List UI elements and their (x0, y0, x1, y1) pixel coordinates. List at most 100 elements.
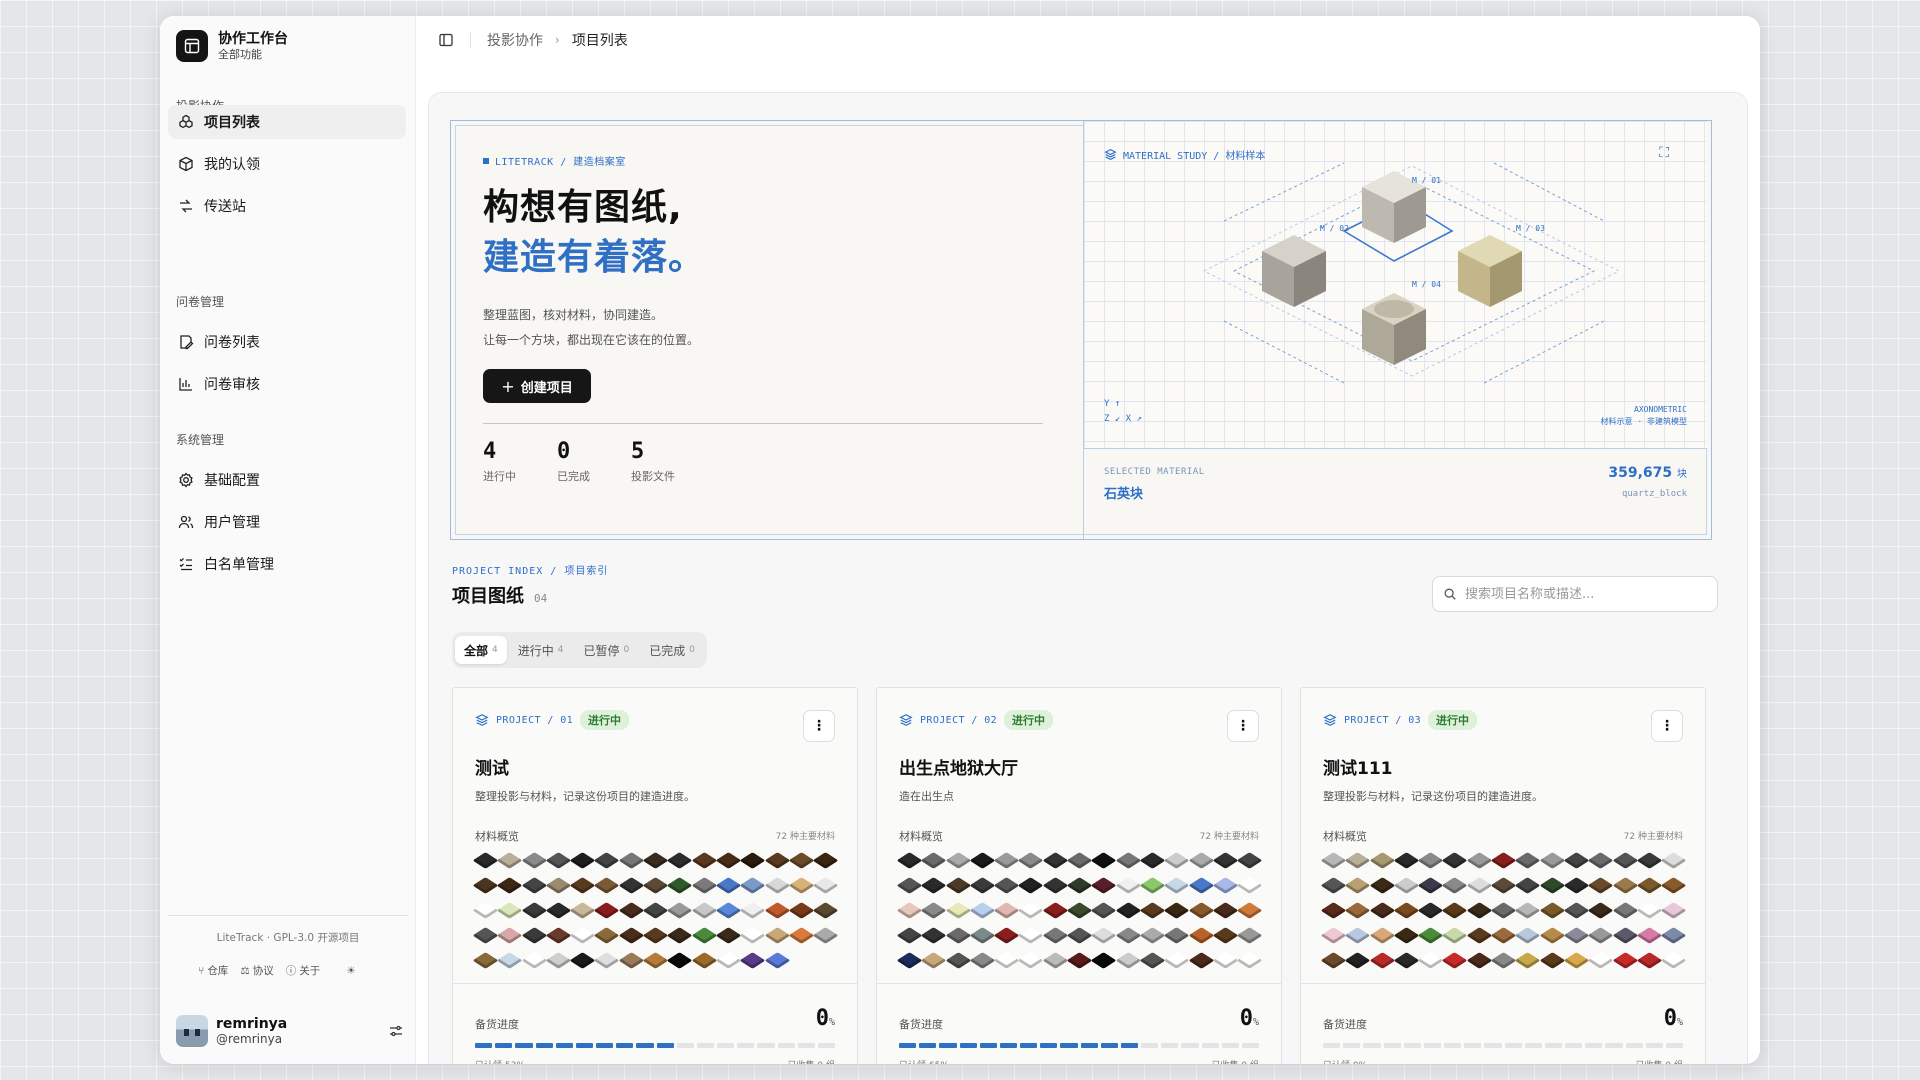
material-block-icon[interactable] (1660, 927, 1687, 944)
material-block-icon[interactable] (1066, 902, 1093, 919)
material-block-icon[interactable] (594, 877, 620, 894)
material-block-icon[interactable] (1612, 877, 1638, 894)
material-block-icon[interactable] (1188, 877, 1214, 894)
material-block-icon[interactable] (1490, 927, 1517, 944)
material-block-icon[interactable] (1018, 927, 1044, 944)
sidebar-item-transfer-station[interactable]: 传送站 (168, 189, 406, 223)
material-block-icon[interactable] (969, 952, 996, 969)
sidebar-item-survey-review[interactable]: 问卷审核 (168, 367, 406, 401)
material-block-icon[interactable] (715, 927, 742, 944)
material-block-icon[interactable] (1188, 902, 1214, 919)
material-block-icon[interactable] (1091, 902, 1117, 919)
material-block-icon[interactable] (1320, 902, 1347, 919)
repo-link[interactable]: ⑂ 仓库 (198, 963, 228, 978)
material-block-icon[interactable] (920, 927, 947, 944)
material-block-icon[interactable] (545, 952, 572, 969)
material-block-icon[interactable] (1442, 902, 1468, 919)
material-block-icon[interactable] (812, 877, 839, 894)
material-block-icon[interactable] (788, 927, 815, 944)
material-block-icon[interactable] (1636, 852, 1663, 869)
material-block-icon[interactable] (594, 902, 620, 919)
material-block-icon[interactable] (1091, 852, 1117, 869)
material-block-icon[interactable] (739, 852, 766, 869)
project-card[interactable]: PROJECT / 02 进行中 ⋮ 出生点地狱大厅 造在出生点 材料概览 72 种主要材料… (876, 687, 1282, 1064)
material-block-icon[interactable] (569, 952, 596, 969)
material-block-icon[interactable] (642, 902, 669, 919)
material-block-icon[interactable] (667, 952, 693, 969)
material-block-icon[interactable] (1393, 952, 1420, 969)
material-block-icon[interactable] (1442, 952, 1468, 969)
material-block-icon[interactable] (945, 952, 971, 969)
material-block-icon[interactable] (896, 927, 923, 944)
material-block-icon[interactable] (896, 877, 923, 894)
material-block-icon[interactable] (1163, 902, 1190, 919)
material-block-icon[interactable] (1344, 877, 1371, 894)
material-block-icon[interactable] (1442, 927, 1468, 944)
project-search[interactable] (1432, 576, 1718, 612)
material-block-icon[interactable] (1091, 877, 1117, 894)
more-options-button[interactable]: ⋮ (1227, 710, 1259, 742)
material-block-icon[interactable] (1139, 902, 1166, 919)
tab-paused[interactable]: 已暂停 0 (575, 636, 639, 664)
search-input[interactable] (1465, 586, 1705, 602)
material-block-icon[interactable] (472, 852, 499, 869)
material-block-icon[interactable] (969, 927, 996, 944)
material-block-icon[interactable] (739, 902, 766, 919)
tab-completed[interactable]: 已完成 0 (640, 636, 704, 664)
brand[interactable]: 协作工作台 全部功能 (176, 30, 288, 62)
material-block-icon[interactable] (715, 952, 742, 969)
sidebar-item-project-list[interactable]: 项目列表 (168, 105, 406, 139)
material-block-icon[interactable] (1320, 952, 1347, 969)
material-block-icon[interactable] (1490, 902, 1517, 919)
material-block-icon[interactable] (1490, 877, 1517, 894)
material-block-icon[interactable] (739, 952, 766, 969)
material-block-icon[interactable] (1660, 952, 1687, 969)
about-link[interactable]: ⓘ 关于 (286, 963, 321, 978)
material-block-icon[interactable] (472, 952, 499, 969)
material-block-icon[interactable] (1115, 852, 1142, 869)
sidebar-item-survey-list[interactable]: 问卷列表 (168, 325, 406, 359)
material-block-icon[interactable] (667, 902, 693, 919)
material-block-icon[interactable] (1139, 877, 1166, 894)
material-block-icon[interactable] (788, 902, 815, 919)
material-block-icon[interactable] (715, 852, 742, 869)
material-block-icon[interactable] (1660, 902, 1687, 919)
material-block-icon[interactable] (1612, 902, 1638, 919)
material-block-icon[interactable] (1587, 902, 1614, 919)
material-block-icon[interactable] (896, 902, 923, 919)
material-block-icon[interactable] (496, 852, 523, 869)
material-block-icon[interactable] (764, 952, 790, 969)
more-options-button[interactable]: ⋮ (1651, 710, 1683, 742)
material-block-icon[interactable] (667, 927, 693, 944)
material-block-icon[interactable] (521, 902, 547, 919)
sidebar-item-user-management[interactable]: 用户管理 (168, 505, 406, 539)
material-block-icon[interactable] (715, 877, 742, 894)
material-block-icon[interactable] (496, 877, 523, 894)
material-block-icon[interactable] (1369, 902, 1395, 919)
material-block-icon[interactable] (715, 902, 742, 919)
material-block-icon[interactable] (667, 852, 693, 869)
material-block-icon[interactable] (642, 852, 669, 869)
material-block-icon[interactable] (969, 877, 996, 894)
material-block-icon[interactable] (1188, 952, 1214, 969)
material-block-icon[interactable] (812, 902, 839, 919)
material-block-icon[interactable] (1236, 852, 1263, 869)
material-block-icon[interactable] (1612, 952, 1638, 969)
material-block-icon[interactable] (1442, 852, 1468, 869)
material-block-icon[interactable] (545, 852, 572, 869)
material-block-icon[interactable] (945, 877, 971, 894)
material-block-icon[interactable] (1369, 952, 1395, 969)
material-block-icon[interactable] (1369, 852, 1395, 869)
material-block-icon[interactable] (1320, 877, 1347, 894)
create-project-button[interactable]: + 创建项目 (483, 369, 591, 403)
sidebar-item-whitelist[interactable]: 白名单管理 (168, 547, 406, 581)
project-card[interactable]: PROJECT / 01 进行中 ⋮ 测试 整理投影与材料，记录这份项目的建造进度。 材料… (452, 687, 858, 1064)
material-block-icon[interactable] (1320, 927, 1347, 944)
material-block-icon[interactable] (545, 927, 572, 944)
tab-in-progress[interactable]: 进行中 4 (509, 636, 573, 664)
material-block-icon[interactable] (1066, 927, 1093, 944)
material-block-icon[interactable] (1660, 877, 1687, 894)
more-options-button[interactable]: ⋮ (803, 710, 835, 742)
material-block-icon[interactable] (1344, 952, 1371, 969)
material-block-icon[interactable] (1490, 852, 1517, 869)
